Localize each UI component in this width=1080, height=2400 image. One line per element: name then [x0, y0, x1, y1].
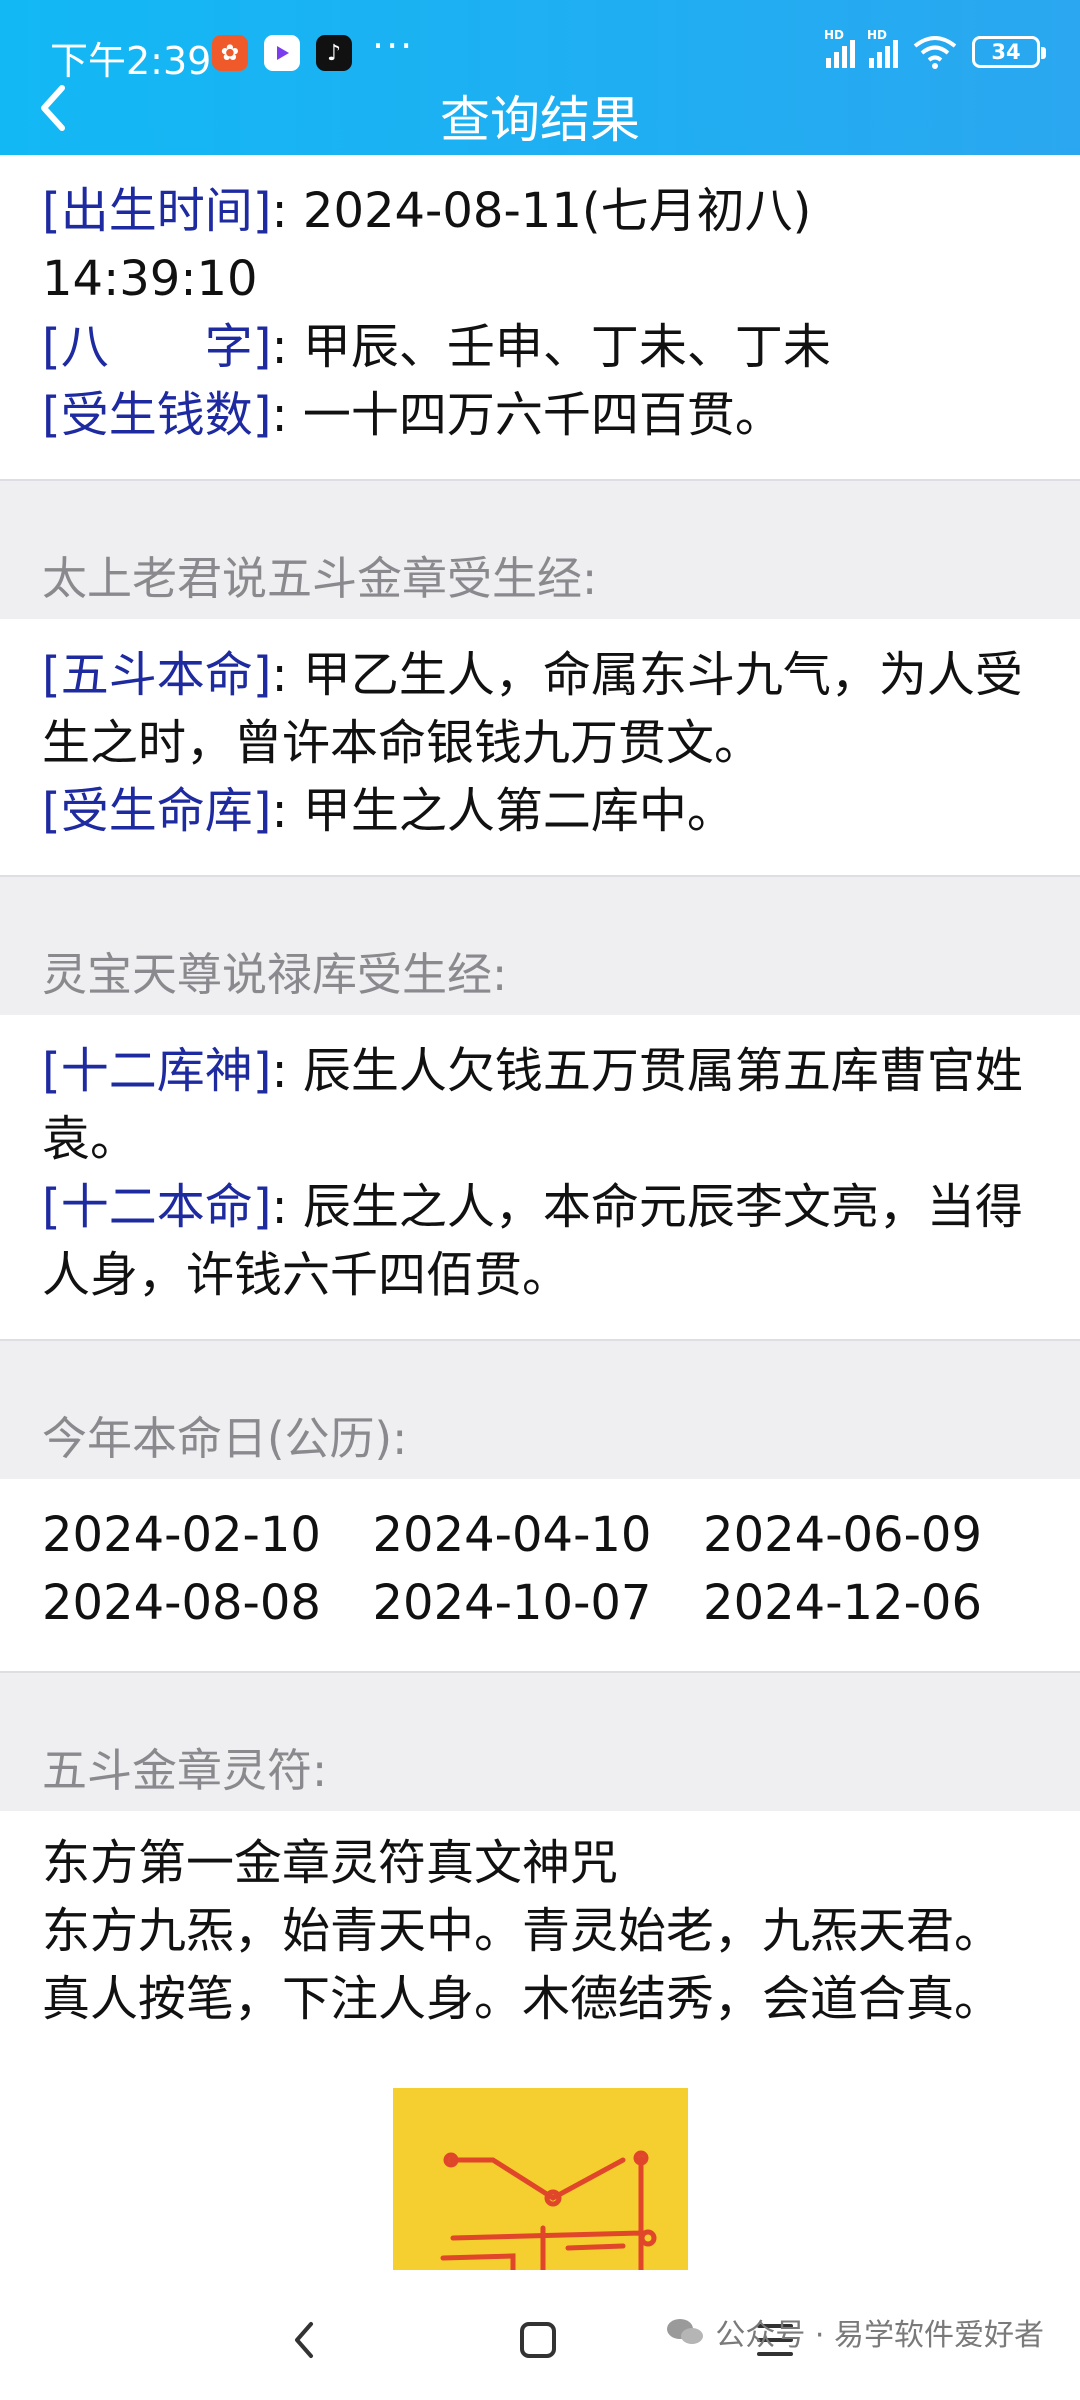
signal-icon-2: HD — [867, 28, 898, 68]
info-value: : 一十四万六千四百贯。 — [271, 387, 783, 443]
info-tag: [五斗本命] — [42, 647, 272, 703]
date-row: 2024-02-10 2024-04-10 2024-06-09 — [42, 1501, 982, 1569]
nav-home-icon[interactable] — [508, 2310, 568, 2370]
notification-icons: ✿ ♪ — [212, 35, 352, 71]
section-title-wudou: 太上老君说五斗金章受生经: — [0, 549, 1080, 619]
nav-back-icon[interactable] — [275, 2310, 335, 2370]
section-divider — [0, 1339, 1080, 1409]
luku-card: [十二库神]: 辰生人欠钱五万贯属第五库曹官姓袁。 [十二本命]: 辰生之人，本… — [0, 1015, 1080, 1339]
signal-icon: HD — [824, 28, 855, 68]
date-item: 2024-08-08 — [42, 1575, 321, 1631]
date-item: 2024-06-09 — [703, 1507, 982, 1563]
app-header: 下午2:39 ✿ ♪ ··· HD HD 34 查询结果 — [0, 0, 1080, 155]
info-tag: [出生时间] — [42, 183, 272, 239]
info-tag: [八 字] — [42, 319, 272, 375]
more-notifications-icon: ··· — [372, 24, 415, 68]
info-row-money: [受生钱数]: 一十四万六千四百贯。 — [42, 381, 1038, 449]
section-title-luku: 灵宝天尊说禄库受生经: — [0, 945, 1080, 1015]
info-value: : 甲生之人第二库中。 — [271, 783, 735, 839]
result-content: [出生时间]: 2024-08-11(七月初八) 14:39:10 [八 字]:… — [0, 155, 1080, 2033]
luku-row-kushen: [十二库神]: 辰生人欠钱五万贯属第五库曹官姓袁。 — [42, 1037, 1038, 1173]
date-item: 2024-04-10 — [372, 1507, 652, 1563]
status-time: 下午2:39 — [50, 39, 212, 83]
page-title: 查询结果 — [440, 91, 640, 149]
wifi-icon — [913, 36, 957, 69]
status-indicators: HD HD 34 — [824, 28, 1046, 70]
section-title-talisman: 五斗金章灵符: — [0, 1741, 1080, 1811]
date-row: 2024-08-08 2024-10-07 2024-12-06 — [42, 1569, 982, 1637]
info-tag: [十二库神] — [42, 1043, 272, 1099]
section-divider — [0, 875, 1080, 945]
wudou-card: [五斗本命]: 甲乙生人，命属东斗九气，为人受生之时，曾许本命银钱九万贯文。 [… — [0, 619, 1080, 875]
info-tag: [受生钱数] — [42, 387, 272, 443]
talisman-image — [393, 2088, 688, 2273]
date-item: 2024-02-10 — [42, 1507, 321, 1563]
talisman-card: 东方第一金章灵符真文神咒 东方九炁，始青天中。青灵始老，九炁天君。 真人按笔，下… — [0, 1811, 1080, 2033]
watermark-text: 公众号 · 易学软件爱好者 — [715, 2318, 1044, 2353]
watermark: 公众号 · 易学软件爱好者 — [665, 2310, 1044, 2354]
signal-hd-label-2: HD — [867, 28, 888, 42]
app-notification-icon: ✿ — [212, 35, 248, 71]
battery-indicator: 34 — [972, 36, 1046, 68]
section-divider — [0, 479, 1080, 549]
signal-hd-label: HD — [824, 28, 845, 42]
wechat-icon — [667, 2319, 704, 2344]
video-app-icon — [264, 35, 300, 71]
section-title-benming-days: 今年本命日(公历): — [0, 1409, 1080, 1479]
info-tag: [受生命库] — [42, 783, 272, 839]
section-divider — [0, 1671, 1080, 1741]
info-value: : 甲辰、壬申、丁未、丁未 — [271, 319, 831, 375]
date-item: 2024-10-07 — [372, 1575, 652, 1631]
talisman-text-line: 东方第一金章灵符真文神咒 — [42, 1835, 619, 1891]
info-row-bazi: [八 字]: 甲辰、壬申、丁未、丁未 — [42, 313, 1038, 381]
wudou-row-minku: [受生命库]: 甲生之人第二库中。 — [42, 777, 1038, 845]
birth-info-card: [出生时间]: 2024-08-11(七月初八) 14:39:10 [八 字]:… — [0, 155, 1080, 479]
tiktok-icon: ♪ — [316, 35, 352, 71]
luku-row-benming: [十二本命]: 辰生之人，本命元辰李文亮，当得人身，许钱六千四佰贯。 — [42, 1173, 1038, 1309]
date-item: 2024-12-06 — [703, 1575, 982, 1631]
benming-days-card: 2024-02-10 2024-04-10 2024-06-09 2024-08… — [0, 1479, 1080, 1671]
wudou-row-benming: [五斗本命]: 甲乙生人，命属东斗九气，为人受生之时，曾许本命银钱九万贯文。 — [42, 641, 1038, 777]
info-tag: [十二本命] — [42, 1179, 272, 1235]
talisman-text-line: 真人按笔，下注人身。木德结秀，会道合真。 — [42, 1971, 1003, 2027]
info-row-birth-time: [出生时间]: 2024-08-11(七月初八) 14:39:10 — [42, 177, 1038, 313]
talisman-text-line: 东方九炁，始青天中。青灵始老，九炁天君。 — [42, 1903, 1003, 1959]
